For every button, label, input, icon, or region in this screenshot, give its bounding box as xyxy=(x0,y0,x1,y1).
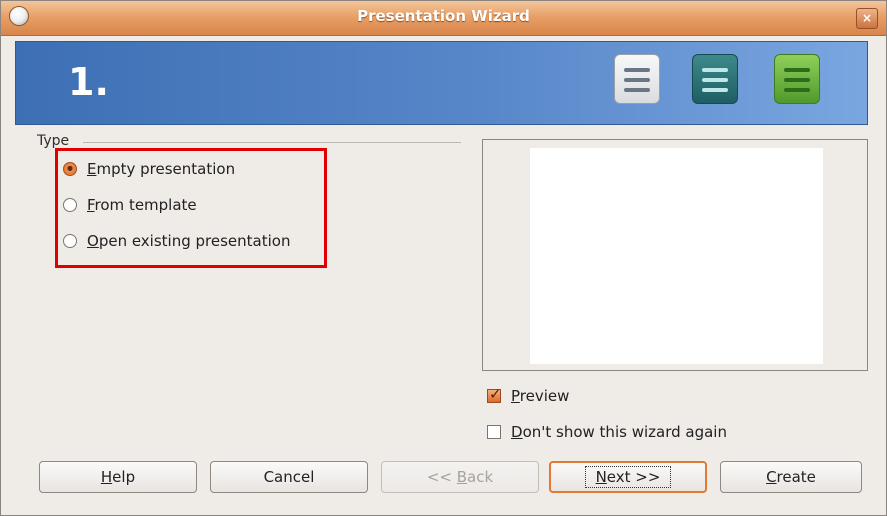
preview-label: Preview xyxy=(511,387,570,405)
help-button[interactable]: Help xyxy=(39,461,197,493)
radio-label: From template xyxy=(87,196,197,214)
preview-checkbox[interactable] xyxy=(487,385,502,403)
back-button[interactable]: << Back xyxy=(381,461,539,493)
radio-button-selected[interactable] xyxy=(63,162,77,176)
preview-page xyxy=(530,148,823,364)
title-bar[interactable]: Presentation Wizard × xyxy=(1,1,886,36)
preview-checkbox-row[interactable]: Preview xyxy=(487,385,569,407)
radio-label: Open existing presentation xyxy=(87,232,291,250)
green-document-icon xyxy=(774,54,820,104)
window-title: Presentation Wizard xyxy=(357,7,530,25)
radio-button[interactable] xyxy=(63,198,77,212)
radio-button[interactable] xyxy=(63,234,77,248)
type-group-label: Type xyxy=(37,133,70,149)
cancel-button[interactable]: Cancel xyxy=(210,461,368,493)
teal-list-document-icon xyxy=(692,54,738,104)
presentation-wizard-window: Presentation Wizard × 1. Type Empty pres… xyxy=(0,0,887,516)
close-icon[interactable]: × xyxy=(856,8,878,29)
radio-from-template[interactable]: From template xyxy=(63,194,197,216)
radio-empty-presentation[interactable]: Empty presentation xyxy=(63,158,235,180)
dont-show-label: Don't show this wizard again xyxy=(511,423,727,441)
preview-frame xyxy=(482,139,868,371)
radio-label: Empty presentation xyxy=(87,160,236,178)
group-divider xyxy=(83,142,461,143)
wizard-header-banner: 1. xyxy=(15,41,868,125)
step-number: 1. xyxy=(68,60,109,104)
radio-open-existing[interactable]: Open existing presentation xyxy=(63,230,290,252)
next-button[interactable]: Next >> xyxy=(549,461,707,493)
list-document-icon xyxy=(614,54,660,104)
dont-show-checkbox[interactable] xyxy=(487,425,501,439)
dont-show-checkbox-row[interactable]: Don't show this wizard again xyxy=(487,421,727,443)
create-button[interactable]: Create xyxy=(720,461,862,493)
